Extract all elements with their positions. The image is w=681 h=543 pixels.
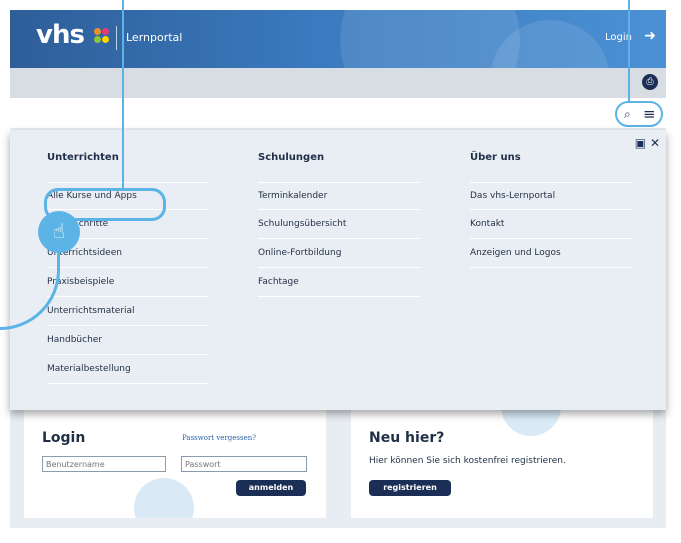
menu-item[interactable]: Schulungsübersicht [258, 211, 420, 239]
menu-column-heading: Unterrichten [47, 152, 119, 163]
vhs-logo[interactable]: vhs [36, 20, 85, 50]
register-description: Hier können Sie sich kostenfrei registri… [369, 456, 566, 466]
vhs-logo-mark-icon [94, 28, 110, 44]
register-box: Neu hier? Hier können Sie sich kostenfre… [351, 406, 653, 518]
mega-menu-panel: ▣ ✕ Unterrichten Alle Kurse und Apps Ers… [10, 130, 666, 410]
search-bar [10, 98, 666, 128]
login-title: Login [42, 430, 86, 446]
password-field[interactable] [181, 456, 307, 472]
close-icon[interactable]: ✕ [650, 136, 660, 150]
register-button[interactable]: registrieren [369, 480, 451, 496]
menu-item[interactable]: Anzeigen und Logos [470, 240, 632, 268]
login-box: Login Passwort vergessen? anmelden [24, 406, 326, 518]
toolbar-bar [10, 68, 666, 98]
menu-item[interactable]: Terminkalender [258, 182, 420, 210]
menu-column-heading: Schulungen [258, 152, 325, 163]
username-field[interactable] [42, 456, 166, 472]
menu-item[interactable]: Handbücher [47, 327, 209, 355]
menu-item[interactable]: Unterrichtsmaterial [47, 298, 209, 326]
box-decoration [134, 478, 194, 518]
callout-line [628, 0, 630, 101]
print-icon[interactable]: ⎙ [642, 74, 658, 90]
register-title: Neu hier? [369, 430, 445, 446]
menu-tools: ▣ ✕ [635, 136, 660, 150]
logo-separator [116, 26, 117, 50]
tap-hand-icon: ☝ [38, 211, 80, 253]
search-menu-toggle[interactable]: ⌕ ≡ [615, 101, 663, 127]
menu-item[interactable]: Kontakt [470, 211, 632, 239]
menu-column-heading: Über uns [470, 152, 521, 163]
lernportal-page: vhs Lernportal Login ➜ ⎙ ⌕ ≡ Login Passw… [0, 0, 666, 528]
box-decoration [501, 406, 561, 436]
menu-item[interactable]: Praxisbeispiele [47, 269, 209, 297]
portal-label: Lernportal [126, 31, 183, 44]
menu-item[interactable]: Online-Fortbildung [258, 240, 420, 268]
search-icon[interactable]: ⌕ [624, 107, 631, 122]
menu-item[interactable]: Das vhs-Lernportal [470, 182, 632, 210]
login-submit-button[interactable]: anmelden [236, 480, 306, 496]
screen-share-icon[interactable]: ▣ [635, 136, 646, 150]
forgot-password-link[interactable]: Passwort vergessen? [182, 434, 256, 442]
hamburger-menu-icon[interactable]: ≡ [643, 105, 656, 123]
menu-item[interactable]: Materialbestellung [47, 356, 209, 384]
site-header: vhs Lernportal Login ➜ [10, 10, 666, 68]
sign-in-icon[interactable]: ➜ [644, 28, 656, 44]
callout-line [122, 0, 124, 188]
menu-item[interactable]: Fachtage [258, 269, 420, 297]
